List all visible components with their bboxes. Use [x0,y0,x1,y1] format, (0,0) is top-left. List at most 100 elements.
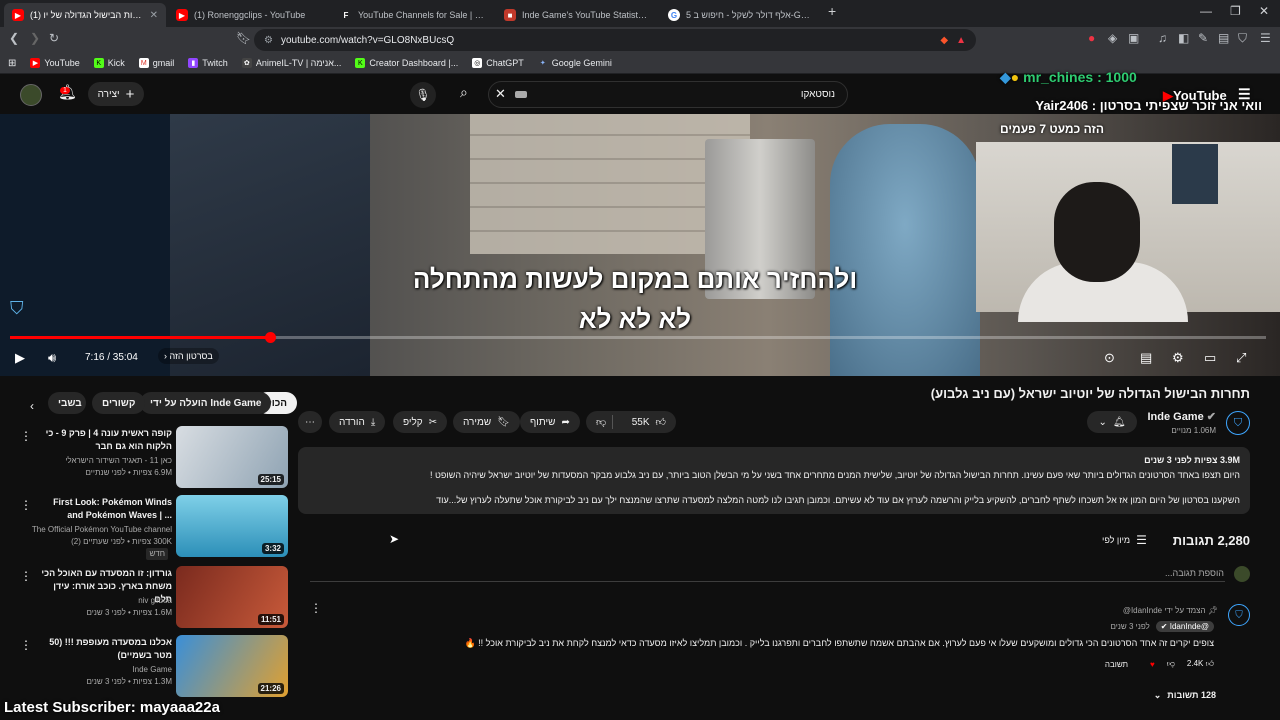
close-window-icon[interactable]: ✕ [1259,4,1269,18]
play-icon[interactable]: ▶ [15,350,25,366]
back-icon[interactable]: ❮ [9,31,19,45]
more-icon[interactable]: ⋮ [20,638,32,652]
reload-icon[interactable]: ↻ [49,31,59,45]
apps-icon[interactable]: ⊞ [8,58,16,69]
add-comment-input[interactable]: הוספת תגובה... [1165,568,1224,578]
extension-red-icon[interactable]: ● [1088,31,1095,45]
subscriber-count: 1.06M מנויים [1171,426,1216,435]
channel-avatar[interactable]: ⛉ [1226,411,1250,435]
comment-dislike-icon[interactable]: 👎︎ [1167,659,1175,669]
subscribed-button[interactable]: ⌄ 🔔︎ [1087,411,1137,433]
progress-handle[interactable] [264,332,276,343]
chip-more[interactable]: בשבי [48,392,86,414]
dislike-icon[interactable]: 👎︎ [596,416,606,428]
autoplay-toggle[interactable]: ⊙ [1104,350,1115,366]
vpn-icon[interactable]: ⛉ [1238,31,1247,46]
reply-button[interactable]: תשובה [1105,660,1128,669]
address-bar[interactable]: ⚙︎ youtube.com/watch?v=GLO8NxBUcsQ ◆ ▲ [254,29,976,51]
tab-0[interactable]: ▶ (1) תחרות הבישול הגדולה של יו ✕ [4,3,166,27]
comment-more-icon[interactable]: ⋮ [310,601,322,615]
captions-icon[interactable]: ▤ [1140,350,1152,366]
media-icon[interactable]: ♫ [1158,31,1167,45]
extension-icon[interactable]: ◈ [1108,31,1117,45]
maximize-icon[interactable]: ❐ [1230,4,1241,18]
recommendation-item[interactable]: 21:26 ⋮ אכלנו במסעדה מעופפת !!! (50 מטר … [16,635,290,699]
volume-icon[interactable]: 🔊︎ [48,350,56,366]
avatar[interactable] [20,84,42,106]
comment-author[interactable]: @IdanInde ✔︎ [1155,621,1214,632]
clip-button[interactable]: קליפ ✂ [393,411,448,433]
recommendation-item[interactable]: 3:32 ⋮ First Look: Pokémon Winds and Pok… [16,495,290,560]
minimize-icon[interactable]: — [1200,4,1212,18]
progress-fill [10,336,270,339]
extension-icon[interactable]: ▣ [1128,31,1139,45]
tab-1[interactable]: ▶ (1) Ronenggclips - YouTube [168,3,328,27]
bookmark-youtube[interactable]: ▶ YouTube [30,58,80,68]
new-badge: חדש [146,548,168,560]
tab-2[interactable]: F YouTube Channels for Sale | Flippa [332,3,492,27]
video-player[interactable]: ולהחזיר אותם במקום לעשות מהתחלה לא לא לא… [0,114,1280,376]
bookmark-icon[interactable]: 🔖︎ [236,31,251,45]
bookmark-kick[interactable]: K Kick [93,58,125,68]
fullscreen-icon[interactable]: ⤢ [1236,350,1246,366]
chapter-button[interactable]: בסרטון הזה ‹ [158,348,219,364]
recommendation-item[interactable]: 25:15 ⋮ קופה ראשית עונה 4 | פרק 9 - כי ה… [16,426,290,490]
chip-label: קשורים [102,397,136,409]
new-tab-icon[interactable]: + [828,3,836,19]
bookmark-label: Creator Dashboard |... [369,58,459,68]
bookmark-gmail[interactable]: Mgmail [138,58,174,68]
site-info-icon[interactable]: ⚙︎ [264,35,273,46]
commenter-avatar[interactable]: ⛉ [1228,604,1250,626]
search-icon[interactable]: ⌕ [460,84,468,101]
keyboard-icon[interactable] [515,91,527,98]
verified-icon: ✔︎ [1206,411,1216,423]
sidebar-icon[interactable]: ◧ [1178,31,1189,45]
brave-shield-icon[interactable]: ◆ [940,35,948,46]
create-button[interactable]: יצירה + [88,82,144,106]
sort-button[interactable]: ☰ מיון לפי [1102,533,1147,547]
description-text: השקענו בסרטון של היום המון אז אל תשכחו ל… [436,495,1240,505]
bookmark-label: ChatGPT [486,58,524,68]
bookmark-animeil[interactable]: ✿ AnimeIL-TV | אנימה... [241,58,341,68]
bookmark-gemini[interactable]: ✦ Google Gemini [538,58,612,68]
rec-title: אכלנו במסעדה מעופפת !!! (50 מטר בשמיים) [49,637,172,660]
mic-icon[interactable]: 🎙︎ [410,82,436,108]
youtube-icon: ▶ [30,58,41,68]
more-icon[interactable]: ⋮ [20,498,32,512]
channel-name[interactable]: ✔︎ Inde Game [1147,410,1216,423]
time-display: 7:16 / 35:04 [85,352,138,363]
bookmark-label: Google Gemini [551,58,612,68]
clear-search-icon[interactable]: ✕ [495,86,506,102]
more-actions-button[interactable]: ⋯ [298,411,322,433]
more-icon[interactable]: ⋮ [20,569,32,583]
settings-icon[interactable]: ⚙︎ [1172,350,1184,366]
like-icon[interactable]: 👍︎ [656,416,666,428]
chip-uploader[interactable]: הועלה על ידי Inde Game [140,392,272,414]
download-button[interactable]: הורדה ⤓ [329,411,386,433]
menu-icon[interactable]: ☰ [1260,31,1271,45]
basket-icon[interactable]: ⛉ [10,298,24,319]
save-button[interactable]: שמירה 🔖︎ [453,411,520,433]
comment-like-button[interactable]: 👍︎ 2.4K [1187,659,1214,669]
theater-icon[interactable]: ▭ [1204,350,1216,366]
close-icon[interactable]: ✕ [150,10,158,21]
wallet-icon[interactable]: ▤ [1218,31,1229,45]
description-box[interactable]: 3.9M צפיות לפני 3 שנים היום תצפו באחד הס… [298,447,1250,514]
bookmark-chatgpt[interactable]: ◎ ChatGPT [472,58,524,68]
search-input[interactable]: ✕ נוסטאקו [488,81,848,108]
recommendation-item[interactable]: 11:51 ⋮ גורדון: זו המסעדה עם האוכל הכי מ… [16,566,290,630]
download-label: הורדה [339,416,365,428]
bookmark-twitch[interactable]: ▮ Twitch [188,58,228,68]
share-button[interactable]: שיתוף ➦ [520,411,580,433]
more-icon[interactable]: ⋮ [20,429,32,443]
tab-3[interactable]: ■ Inde Game's YouTube Statistics - Soc [496,3,656,27]
view-replies-button[interactable]: 128 תשובות ⌄ [1154,690,1216,701]
chevron-left-icon[interactable]: ‹ [30,399,34,413]
rewards-icon[interactable]: ▲ [956,35,966,46]
progress-bar[interactable] [10,332,1266,343]
tab-4[interactable]: G 5 אלף דולר לשקל - חיפוש ב-Google [660,3,820,27]
bookmark-creator-dashboard[interactable]: K Creator Dashboard |... [355,58,458,68]
extensions-icon[interactable]: ✎ [1198,31,1208,45]
forward-icon[interactable]: ❯ [30,31,40,45]
chip-related[interactable]: קשורים [92,392,146,414]
